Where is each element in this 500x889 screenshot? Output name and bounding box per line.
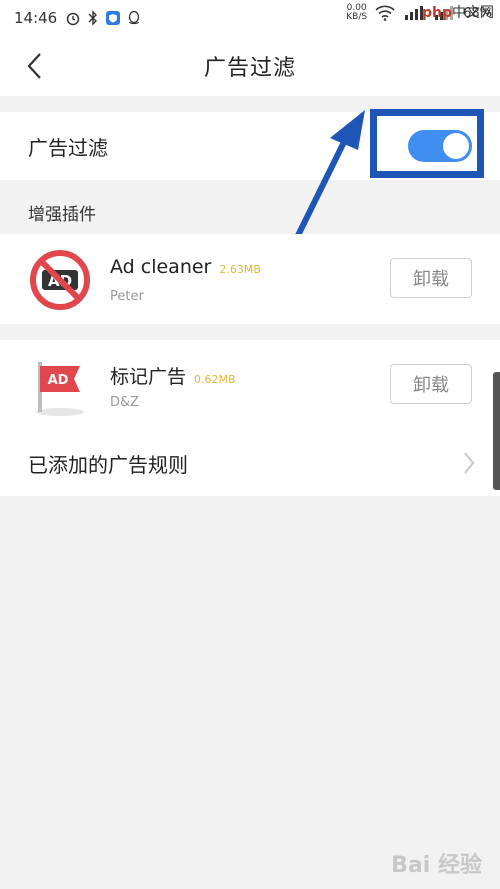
highlight-box (370, 109, 484, 178)
network-speed: 0.00 KB/S (346, 3, 368, 22)
section-label-plugins: 增强插件 (28, 205, 96, 225)
status-bar: 14:46 0.00 KB/S 68% php中文网 (0, 0, 500, 36)
alarm-icon (66, 12, 80, 26)
plugin-author: D&Z (110, 395, 140, 410)
scroll-handle[interactable] (493, 372, 500, 490)
shield-app-icon (106, 11, 121, 25)
watermark-php: php中文网 (421, 5, 494, 21)
ad-flag-icon: AD (36, 362, 84, 416)
plugin-item-ad-cleaner: AD Ad cleaner2.63MB Peter 卸载 (0, 234, 500, 324)
uninstall-button[interactable]: 卸载 (390, 258, 472, 298)
added-ad-rules-row[interactable]: 已添加的广告规则 (0, 430, 500, 496)
back-arrow-icon[interactable] (22, 50, 52, 82)
svg-text:AD: AD (48, 373, 69, 388)
bluetooth-icon (88, 10, 98, 26)
ad-filter-label: 广告过滤 (28, 135, 108, 160)
plugin-author: Peter (110, 289, 144, 304)
qq-icon (129, 10, 140, 25)
watermark-baidu: Bai 经验 (391, 853, 482, 878)
no-ad-icon: AD (30, 250, 90, 310)
plugin-item-mark-ad: AD 标记广告 0.62MB D&Z 卸载 (0, 340, 500, 430)
plugin-name: 标记广告 0.62MB (110, 366, 236, 388)
wifi-icon (375, 5, 395, 21)
plugin-size: 0.62MB (194, 373, 236, 386)
plugin-name: Ad cleaner 2.63MB (110, 256, 261, 278)
status-time: 14:46 (14, 9, 58, 27)
added-ad-rules-label: 已添加的广告规则 (28, 452, 188, 477)
status-icons-left (65, 10, 141, 26)
chevron-right-icon (464, 452, 475, 474)
plugin-size: 2.63MB (219, 263, 261, 276)
nav-bar: 广告过滤 (0, 36, 500, 96)
page-title: 广告过滤 (203, 56, 296, 81)
uninstall-button[interactable]: 卸载 (390, 364, 472, 404)
